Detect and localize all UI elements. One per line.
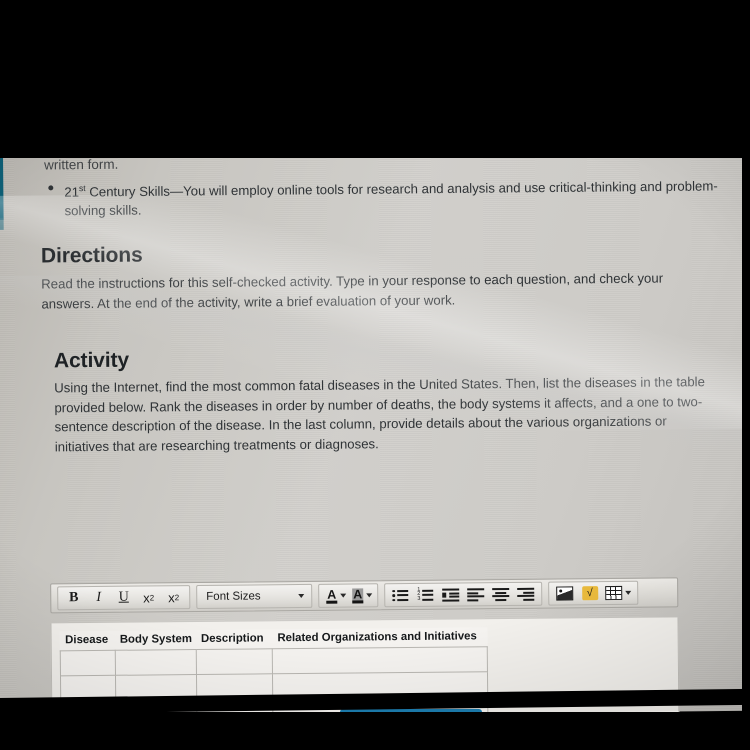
table-cell[interactable]: [114, 649, 197, 676]
toolbar-group-insert: √: [548, 580, 639, 606]
subscript-button[interactable]: x2: [161, 587, 186, 608]
bullet-text: Century Skills—You will employ online to…: [64, 178, 718, 219]
activity-body: Using the Internet, find the most common…: [54, 374, 705, 455]
letterbox-right: [742, 0, 750, 750]
align-left-button[interactable]: [463, 584, 488, 605]
insert-equation-button[interactable]: √: [577, 583, 602, 604]
align-center-icon: [492, 588, 510, 601]
toolbar-group-text-style: B I U x2 x2: [57, 585, 191, 611]
font-color-button[interactable]: A: [322, 585, 348, 606]
editor-toolbar: B I U x2 x2 Font Sizes A A 1 2 3 √: [50, 577, 679, 614]
chevron-down-icon[interactable]: [340, 593, 347, 598]
table-cell[interactable]: [60, 650, 116, 676]
align-center-button[interactable]: [488, 583, 513, 604]
column-header-related-organizations: Related Organizations and Initiatives: [277, 630, 477, 645]
font-sizes-select[interactable]: Font Sizes: [200, 585, 308, 607]
activity-heading: Activity: [53, 349, 130, 373]
app-accent-rail-lower: [0, 217, 4, 230]
chevron-down-icon: [298, 593, 305, 599]
monitor-screen-surface: written form. 21st Century Skills—You wi…: [0, 148, 750, 750]
bulleted-list-button[interactable]: [388, 584, 413, 605]
font-sizes-label: Font Sizes: [206, 590, 261, 603]
column-header-disease: Disease: [65, 633, 109, 647]
photograph-of-screen: written form. 21st Century Skills—You wi…: [0, 0, 750, 750]
column-header-body-system: Body System: [119, 633, 193, 646]
insert-table-icon: [605, 585, 623, 601]
column-header-description: Description: [200, 632, 264, 645]
list-item: 21st Century Skills—You will employ onli…: [48, 173, 720, 221]
italic-button[interactable]: I: [86, 587, 111, 608]
lesson-document: written form. 21st Century Skills—You wi…: [40, 149, 723, 457]
subscript-mark: 2: [174, 592, 180, 602]
directions-body: Read the instructions for this self-chec…: [41, 270, 664, 312]
indent-icon: [442, 588, 460, 602]
font-color-glyph: A: [326, 587, 338, 604]
toolbar-group-font-size: Font Sizes: [196, 583, 313, 610]
insert-image-button[interactable]: [552, 583, 577, 604]
highlight-color-button[interactable]: A: [348, 585, 374, 606]
chevron-down-icon[interactable]: [366, 593, 373, 598]
table-cell[interactable]: [196, 648, 273, 675]
letterbox-bottom: [0, 712, 750, 750]
bulleted-list-icon: [392, 588, 409, 602]
insert-table-button[interactable]: [602, 582, 634, 603]
insert-equation-icon: √: [581, 586, 598, 601]
superscript-mark: 2: [149, 592, 155, 602]
objectives-list: 21st Century Skills—You will employ onli…: [40, 173, 720, 221]
indent-button[interactable]: [438, 584, 463, 605]
bullet-dot-icon: [48, 185, 54, 191]
directions-heading: Directions: [40, 243, 143, 268]
align-right-button[interactable]: [513, 583, 538, 604]
insert-image-icon: [556, 586, 574, 601]
align-left-icon: [467, 588, 485, 601]
numbered-list-icon: 1 2 3: [417, 586, 434, 601]
highlight-color-glyph: A: [352, 587, 364, 604]
underline-button[interactable]: U: [111, 587, 136, 608]
letterbox-top: [0, 0, 750, 158]
numbered-list-button[interactable]: 1 2 3: [413, 584, 438, 605]
align-right-icon: [517, 587, 535, 601]
bullet-prefix: 21: [64, 184, 80, 200]
table-cell[interactable]: [272, 646, 488, 674]
toolbar-group-colors: A A: [318, 583, 379, 608]
superscript-button[interactable]: x2: [136, 587, 161, 608]
toolbar-group-lists-align: 1 2 3: [384, 581, 543, 608]
bold-button[interactable]: B: [61, 588, 86, 609]
chevron-down-icon[interactable]: [625, 590, 632, 595]
app-accent-rail: [0, 157, 4, 220]
